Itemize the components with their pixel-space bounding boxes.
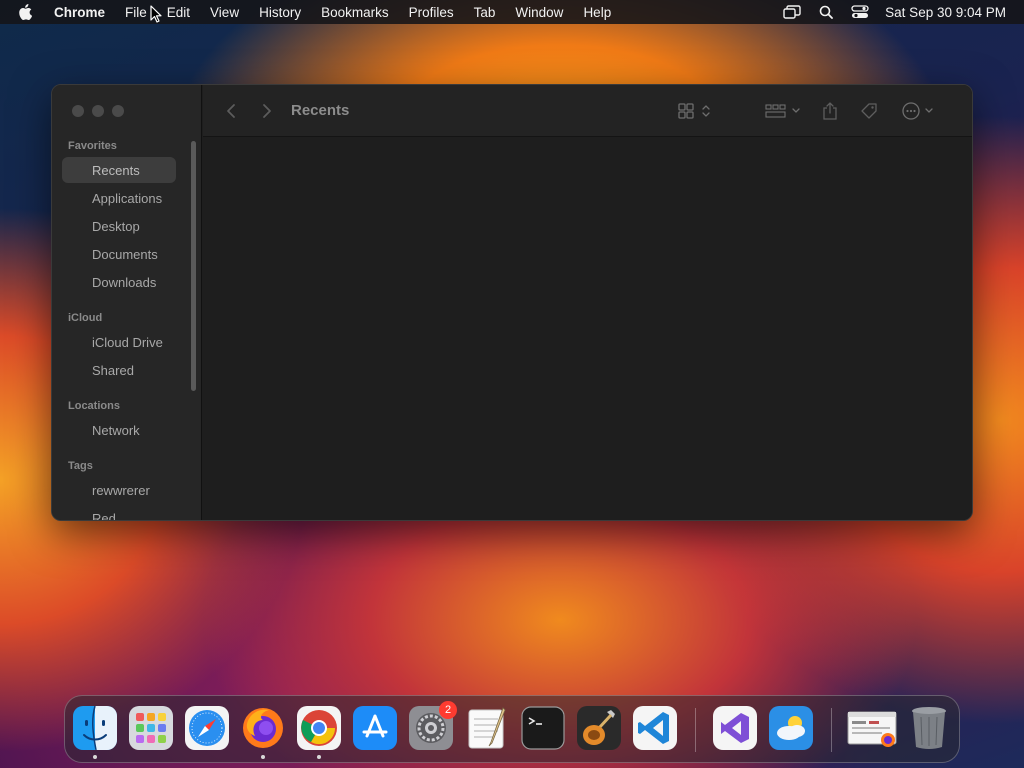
ellipsis-circle-icon <box>902 102 933 120</box>
sidebar-item-recents[interactable]: Recents <box>62 157 176 183</box>
sidebar-item-network[interactable]: Network <box>62 417 176 443</box>
sidebar-item-tag-red[interactable]: Red <box>62 505 176 521</box>
dock-launchpad[interactable] <box>129 706 173 750</box>
trash-icon <box>912 707 946 749</box>
running-indicator <box>317 755 321 759</box>
sidebar-section-favorites: Favorites <box>68 140 117 152</box>
back-button[interactable] <box>223 99 239 123</box>
firefox-icon <box>243 708 283 748</box>
close-button[interactable] <box>72 105 84 117</box>
recent-window-thumbnail <box>847 711 897 747</box>
menu-tab[interactable]: Tab <box>464 5 506 20</box>
terminal-icon <box>521 706 565 750</box>
sidebar-scrollbar[interactable] <box>191 141 196 391</box>
mouse-cursor-icon <box>150 5 162 23</box>
sidebar-item-icloud-drive[interactable]: iCloud Drive <box>62 329 176 355</box>
app-store-icon <box>353 706 397 750</box>
menu-history[interactable]: History <box>249 5 311 20</box>
garageband-icon <box>577 706 621 750</box>
sidebar-item-tag-rewwrerer[interactable]: rewwrerer <box>62 477 176 503</box>
dock-safari[interactable] <box>185 706 229 750</box>
sidebar-section-icloud: iCloud <box>68 312 103 324</box>
running-indicator <box>261 755 265 759</box>
group-by-button[interactable] <box>763 99 803 123</box>
chevron-right-icon <box>263 104 271 118</box>
zoom-button[interactable] <box>112 105 124 117</box>
minimize-button[interactable] <box>92 105 104 117</box>
safari-icon <box>185 706 229 750</box>
icon-grid-view-icon <box>678 103 710 119</box>
dock-system-settings[interactable]: 2 <box>409 701 457 750</box>
menu-profiles[interactable]: Profiles <box>399 5 464 20</box>
view-mode-button[interactable] <box>675 99 715 123</box>
share-icon <box>823 102 837 120</box>
action-menu-button[interactable] <box>899 99 939 123</box>
tag-button[interactable] <box>857 99 881 123</box>
menu-window[interactable]: Window <box>505 5 573 20</box>
dock-chrome[interactable] <box>297 706 341 759</box>
dock-separator <box>831 708 832 752</box>
menu-view[interactable]: View <box>200 5 249 20</box>
launchpad-icon <box>129 706 173 750</box>
weather-icon <box>769 706 813 750</box>
spotlight-search-icon[interactable] <box>817 4 835 20</box>
menu-bar-clock[interactable]: Sat Sep 30 9:04 PM <box>885 5 1006 20</box>
vscode-icon <box>633 706 677 750</box>
sidebar-item-applications[interactable]: Applications <box>62 185 176 211</box>
apple-menu-icon[interactable] <box>18 4 38 20</box>
running-indicator <box>93 755 97 759</box>
dock-app-store[interactable] <box>353 706 397 750</box>
sidebar-item-documents[interactable]: Documents <box>62 241 176 267</box>
menu-edit[interactable]: Edit <box>157 5 200 20</box>
share-button[interactable] <box>818 99 842 123</box>
menu-app-chrome[interactable]: Chrome <box>54 5 115 20</box>
tag-icon <box>861 103 877 119</box>
dock-trash[interactable] <box>907 706 951 750</box>
visual-studio-icon <box>713 706 757 750</box>
dock-visual-studio[interactable] <box>713 706 757 750</box>
window-controls <box>72 105 124 117</box>
dock-finder[interactable] <box>73 706 117 759</box>
dock-terminal[interactable] <box>521 706 565 750</box>
screen-mirroring-icon[interactable] <box>783 4 801 20</box>
sidebar-item-downloads[interactable]: Downloads <box>62 269 176 295</box>
chevron-left-icon <box>227 104 235 118</box>
sidebar-section-locations: Locations <box>68 400 120 412</box>
dock: 2 <box>64 695 960 763</box>
window-title: Recents <box>291 102 350 119</box>
dock-textedit[interactable] <box>465 706 509 750</box>
chrome-icon <box>297 706 341 750</box>
finder-content: Recents <box>203 85 972 520</box>
sidebar-item-desktop[interactable]: Desktop <box>62 213 176 239</box>
dock-vscode[interactable] <box>633 706 677 750</box>
finder-sidebar: Favorites Recents Applications Desktop D… <box>52 85 202 521</box>
menu-help[interactable]: Help <box>573 5 621 20</box>
finder-window: Favorites Recents Applications Desktop D… <box>51 84 973 521</box>
group-view-icon <box>765 104 800 118</box>
textedit-icon <box>468 707 506 749</box>
sidebar-section-tags: Tags <box>68 460 93 472</box>
notification-badge: 2 <box>439 701 457 719</box>
dock-weather[interactable] <box>769 706 813 750</box>
control-center-icon[interactable] <box>851 4 869 20</box>
dock-minimized-window[interactable] <box>847 706 899 750</box>
sidebar-item-shared[interactable]: Shared <box>62 357 176 383</box>
menu-bookmarks[interactable]: Bookmarks <box>311 5 399 20</box>
dock-garageband[interactable] <box>577 706 621 750</box>
finder-icon <box>73 706 117 750</box>
forward-button[interactable] <box>259 99 275 123</box>
dock-separator <box>695 708 696 752</box>
finder-toolbar: Recents <box>203 85 972 137</box>
dock-firefox[interactable] <box>241 706 285 759</box>
